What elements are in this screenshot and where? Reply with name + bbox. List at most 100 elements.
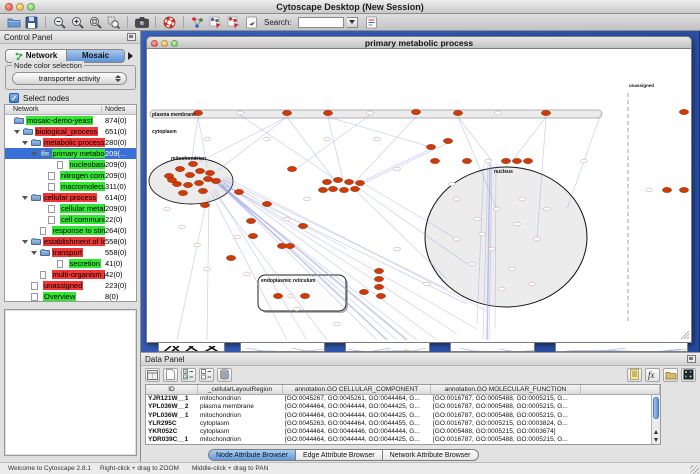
tree-row-establishment-of-lo[interactable]: establishment of lo558(0) [5, 236, 136, 247]
background-network-window[interactable] [555, 342, 688, 352]
node-selected[interactable] [200, 202, 209, 207]
table-row[interactable]: YKR052Ccytoplasm[GO:0044464, GO:0044446,… [146, 428, 660, 436]
network-view-window[interactable]: primary metabolic process plasma membran… [146, 36, 692, 343]
node-selected[interactable] [679, 187, 688, 192]
node-selected[interactable] [185, 172, 194, 177]
node-selected[interactable] [328, 186, 337, 191]
tab-edge-attribute-browser[interactable]: Edge Attribute Browser [296, 449, 383, 461]
node-selected[interactable] [194, 180, 203, 185]
network-view-titlebar[interactable]: primary metabolic process [146, 36, 692, 49]
node-unselected[interactable] [324, 137, 331, 141]
column-header[interactable]: annotation.GO MOLECULAR_FUNCTION [431, 385, 581, 394]
node-selected[interactable] [178, 190, 187, 195]
scrollbar-thumb[interactable] [653, 397, 659, 419]
node-selected[interactable] [226, 255, 235, 260]
node-unselected[interactable] [394, 167, 401, 171]
node-unselected[interactable] [334, 322, 341, 326]
node-selected[interactable] [355, 180, 364, 185]
tree-row-metabolic-process[interactable]: metabolic process280(0) [5, 137, 136, 148]
node-unselected[interactable] [288, 294, 295, 298]
node-unselected[interactable] [204, 137, 211, 141]
delete-attribute-icon[interactable] [217, 368, 232, 382]
region-nucleus[interactable] [425, 167, 587, 307]
tree-row-primary-metabol[interactable]: primary metabol209(... [5, 148, 136, 159]
scroll-up-icon[interactable] [652, 428, 660, 436]
node-selected[interactable] [205, 170, 214, 175]
node-unselected[interactable] [469, 262, 476, 266]
node-unselected[interactable] [194, 243, 201, 247]
node-selected[interactable] [323, 110, 332, 115]
node-unselected[interactable] [499, 287, 506, 291]
network-canvas[interactable]: plasma membranecytoplasmmitochondrionnuc… [147, 49, 691, 341]
node-unselected[interactable] [454, 197, 461, 201]
background-network-window[interactable] [158, 342, 225, 352]
tree-row-cellular-process[interactable]: cellular process614(0) [5, 192, 136, 203]
disclosure-triangle-icon[interactable] [22, 141, 28, 145]
table-row[interactable]: YDR039C__1mitochondrion[GO:0044464, GO:0… [146, 436, 660, 444]
node-selected[interactable] [234, 189, 243, 194]
disclosure-triangle-icon[interactable] [31, 152, 37, 156]
edge[interactable] [217, 117, 287, 171]
search-input[interactable] [298, 17, 344, 28]
annotation-network-icon-1[interactable] [208, 15, 223, 30]
zoom-window-button[interactable] [27, 3, 35, 11]
node-unselected[interactable] [424, 282, 431, 286]
node-unselected[interactable] [474, 217, 481, 221]
node-selected[interactable] [300, 293, 309, 298]
node-selected[interactable] [211, 178, 220, 183]
edge-bundle[interactable] [219, 183, 387, 340]
attribute-list-icon[interactable] [627, 368, 642, 382]
node-unselected[interactable] [494, 207, 501, 211]
tree-row-mosaic-demo-yeast[interactable]: mosaic-demo-yeast874(0) [5, 115, 136, 126]
node-selected[interactable] [453, 110, 462, 115]
tree-row-overview[interactable]: Overview8(0) [5, 291, 136, 302]
node-unselected[interactable] [294, 307, 301, 311]
column-header[interactable]: annotation.GO CELLULAR_COMPONENT [283, 385, 431, 394]
column-header[interactable]: ID [146, 385, 198, 394]
tree-header-nodes[interactable]: Nodes [101, 106, 136, 113]
tree-row-macromolecule[interactable]: macromolecule311(0) [5, 181, 136, 192]
node-unselected[interactable] [374, 137, 381, 141]
frame-close-button[interactable] [151, 40, 158, 47]
node-selected[interactable] [298, 223, 307, 228]
tree-row-biological-process[interactable]: biological_process651(0) [5, 126, 136, 137]
node-selected[interactable] [662, 187, 671, 192]
node-unselected[interactable] [454, 237, 461, 241]
node-unselected[interactable] [514, 222, 521, 226]
node-selected[interactable] [462, 158, 471, 163]
table-row[interactable]: YLR295Ccytoplasm[GO:0045263, GO:0044464,… [146, 420, 660, 428]
node-selected[interactable] [175, 166, 184, 171]
open-icon[interactable] [6, 15, 21, 30]
node-selected[interactable] [501, 158, 510, 163]
save-icon[interactable] [24, 15, 39, 30]
node-selected[interactable] [262, 201, 271, 206]
node-selected[interactable] [344, 179, 353, 184]
node-unselected[interactable] [479, 232, 486, 236]
node-selected[interactable] [350, 186, 359, 191]
edge[interactable] [512, 117, 546, 161]
edge[interactable] [197, 117, 287, 163]
node-unselected[interactable] [304, 197, 311, 201]
edge[interactable] [213, 191, 327, 340]
node-selected[interactable] [167, 177, 176, 182]
node-unselected[interactable] [534, 237, 541, 241]
attribute-batch-icon[interactable] [364, 15, 379, 30]
zoom-out-icon[interactable] [52, 15, 67, 30]
node-selected[interactable] [246, 218, 255, 223]
edge[interactable] [219, 179, 437, 340]
zoom-in-icon[interactable] [70, 15, 85, 30]
tab-overflow-arrow-icon[interactable] [128, 52, 133, 60]
vizmap-icon[interactable] [190, 15, 205, 30]
edge[interactable] [328, 117, 431, 147]
help-icon[interactable] [162, 15, 177, 30]
table-row[interactable]: YJR121W__1mitochondrion[GO:0045267, GO:0… [146, 395, 660, 403]
edge[interactable] [217, 182, 377, 340]
tree-row-nitrogen-compo[interactable]: nitrogen compo209(0) [5, 170, 136, 181]
new-attribute-icon[interactable] [163, 368, 178, 382]
edge[interactable] [355, 117, 416, 182]
node-selected[interactable] [333, 177, 342, 182]
node-selected[interactable] [374, 284, 383, 289]
attribute-table-icon[interactable] [145, 368, 160, 382]
zoom-selection-icon[interactable] [106, 15, 121, 30]
node-unselected[interactable] [244, 272, 251, 276]
